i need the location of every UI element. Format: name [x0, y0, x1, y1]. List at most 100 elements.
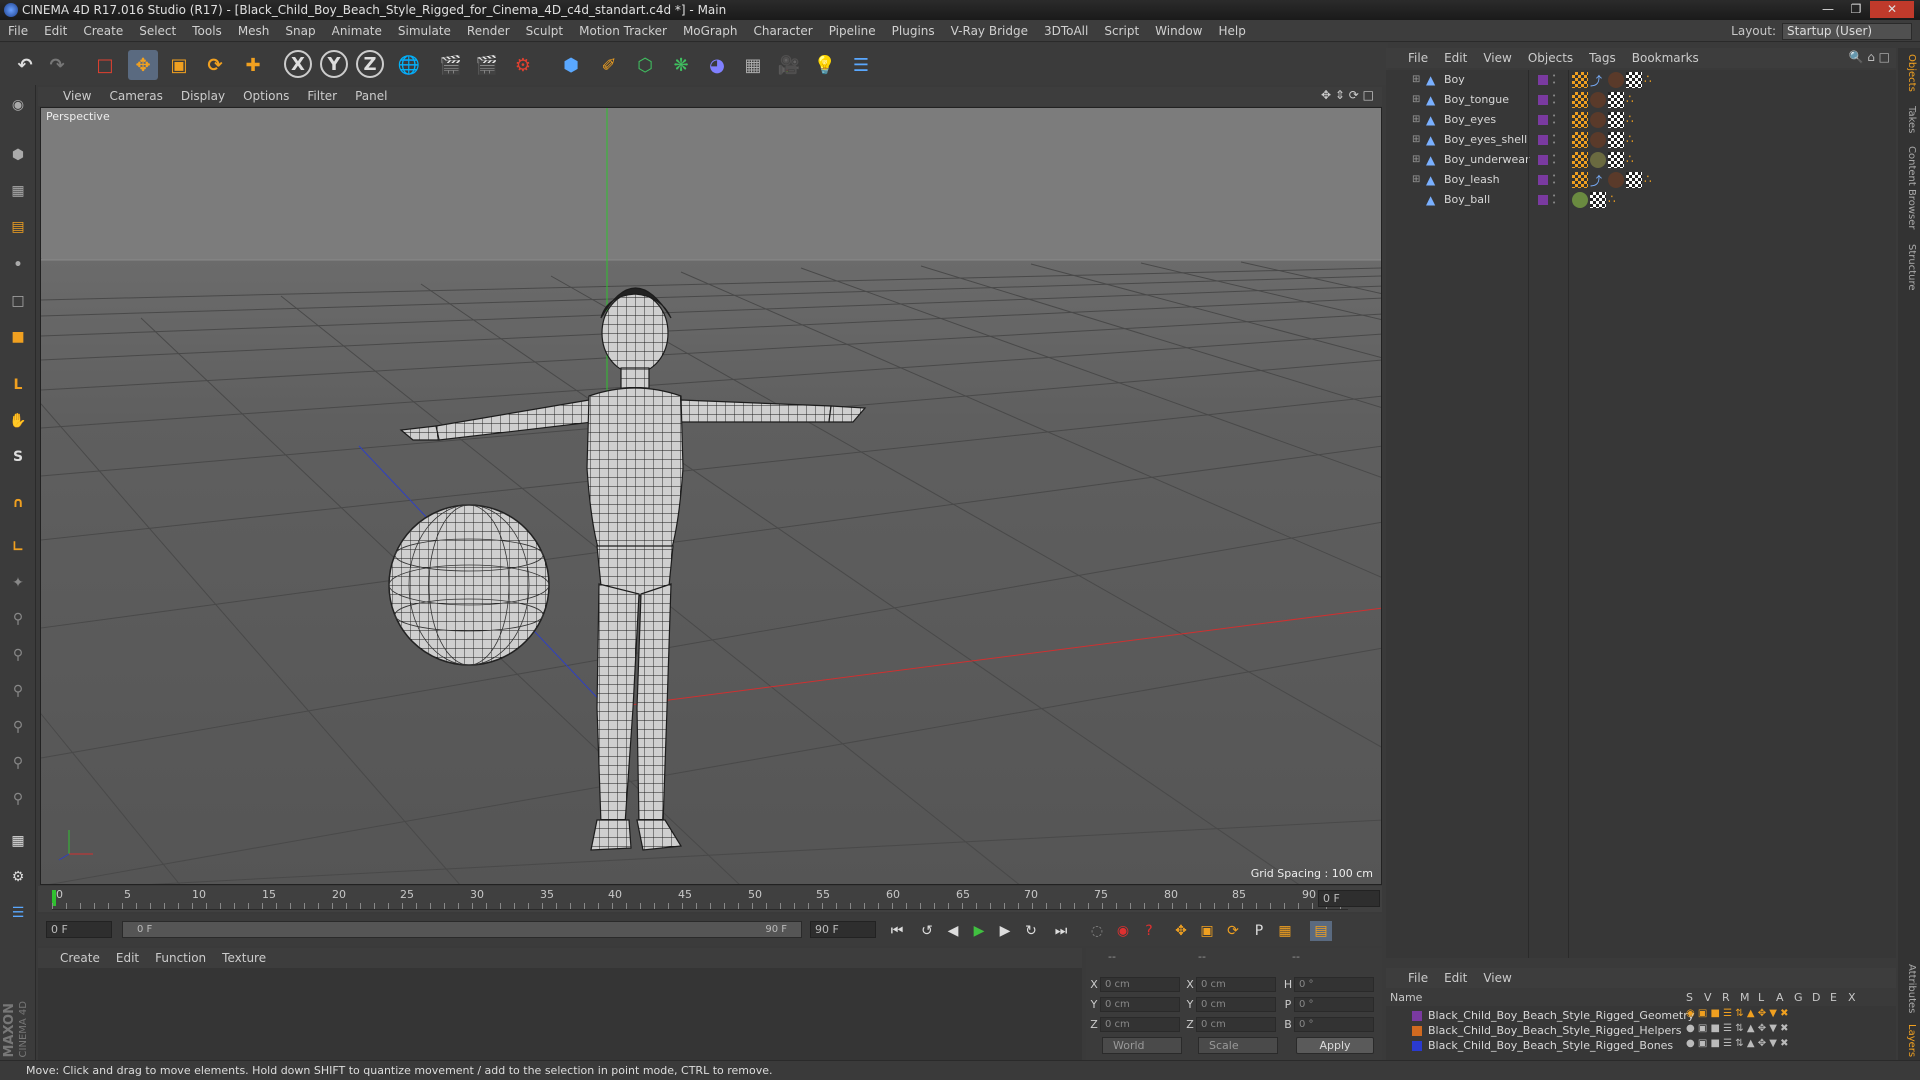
joint-tool-icon[interactable]: ✦	[4, 569, 32, 597]
character-tool-icon[interactable]: ⚲	[4, 785, 32, 813]
texture-tag-icon[interactable]	[1572, 92, 1588, 108]
undo-icon[interactable]: ↶	[10, 50, 40, 80]
menu-sculpt[interactable]: Sculpt	[518, 20, 571, 42]
expand-icon[interactable]: ⊞	[1412, 110, 1420, 130]
size-mode-dropdown[interactable]: Scale	[1198, 1037, 1278, 1054]
texture-tag-icon[interactable]	[1572, 152, 1588, 168]
menu-script[interactable]: Script	[1096, 20, 1147, 42]
uvw-tag-icon[interactable]	[1590, 192, 1606, 208]
column-separator[interactable]	[1568, 70, 1569, 958]
object-row[interactable]: ⊞ ▲ Boy_leash • • ⤴ ∴	[1386, 170, 1896, 190]
visibility-dots-icon[interactable]: • •	[1552, 193, 1558, 207]
object-row[interactable]: ⊞ ▲ Boy_underwear • • ∴	[1386, 150, 1896, 170]
menu-pipeline[interactable]: Pipeline	[821, 20, 884, 42]
menu-file[interactable]: File	[0, 20, 36, 42]
x-axis-lock-icon[interactable]: X	[284, 50, 312, 78]
pose-morph-icon[interactable]: ⚲	[4, 749, 32, 777]
layer-toggle-icons[interactable]: ◉ ▣ ■ ☰ ⇅ ▲ ✥ ▼ ✖	[1686, 1008, 1789, 1019]
ik-chain-icon[interactable]: ⚲	[4, 605, 32, 633]
material-tag-icon[interactable]	[1608, 72, 1624, 88]
visibility-dots-icon[interactable]: • •	[1552, 73, 1558, 87]
polygons-mode-icon[interactable]: ■	[4, 323, 32, 351]
object-row[interactable]: ⊞ ▲ Boy_eyes • • ∴	[1386, 110, 1896, 130]
objects-menu-edit[interactable]: Edit	[1436, 48, 1475, 68]
viewport-menu-filter[interactable]: Filter	[298, 87, 346, 106]
key-parameter-icon[interactable]: P	[1248, 921, 1270, 941]
previous-keyframe-icon[interactable]: ↺	[916, 921, 938, 941]
magnet-icon[interactable]: ∩	[4, 489, 32, 517]
start-frame-field[interactable]: 0 F	[46, 921, 112, 938]
visibility-dots-icon[interactable]: • •	[1552, 133, 1558, 147]
go-to-start-icon[interactable]: ⏮	[886, 921, 908, 941]
viewport-menu-options[interactable]: Options	[234, 87, 298, 106]
viewport-menu-panel[interactable]: Panel	[346, 87, 396, 106]
expand-icon[interactable]: ⊞	[1412, 90, 1420, 110]
objects-menu-objects[interactable]: Objects	[1520, 48, 1581, 68]
menu-select[interactable]: Select	[131, 20, 184, 42]
position-z-field[interactable]: 0 cm	[1100, 1017, 1180, 1032]
menu-3dtoall[interactable]: 3DToAll	[1036, 20, 1096, 42]
render-view-icon[interactable]: 🎬	[436, 50, 466, 80]
previous-frame-icon[interactable]: ◀	[942, 921, 964, 941]
material-menu-texture[interactable]: Texture	[214, 948, 274, 968]
next-keyframe-icon[interactable]: ↻	[1020, 921, 1042, 941]
viewport-menu-display[interactable]: Display	[172, 87, 234, 106]
material-manager-area[interactable]	[38, 968, 1082, 1060]
record-keys-off-icon[interactable]: ◌	[1086, 921, 1108, 941]
viewport-menu-cameras[interactable]: Cameras	[100, 87, 171, 106]
menu-vray-bridge[interactable]: V-Ray Bridge	[943, 20, 1036, 42]
column-separator[interactable]	[1528, 70, 1529, 958]
menu-animate[interactable]: Animate	[324, 20, 390, 42]
layer-toggle-icons[interactable]: ● ▣ ■ ☰ ⇅ ▲ ✥ ▼ ✖	[1686, 1023, 1789, 1034]
bind-tool-icon[interactable]: ⚲	[4, 641, 32, 669]
render-picture-viewer-icon[interactable]: 🎬	[472, 50, 502, 80]
paint-weights-icon[interactable]: ⚲	[4, 677, 32, 705]
menu-help[interactable]: Help	[1210, 20, 1253, 42]
layer-color-swatch[interactable]	[1412, 1026, 1422, 1036]
selection-tag-icon[interactable]: ∴	[1626, 112, 1642, 128]
world-coordinates-icon[interactable]: 🌐	[394, 50, 424, 80]
rotation-p-field[interactable]: 0 °	[1294, 997, 1374, 1012]
object-row[interactable]: ⊞ ▲ Boy • • ⤴ ∴	[1386, 70, 1896, 90]
weight-tool-icon[interactable]: ⚲	[4, 713, 32, 741]
dynamics-icon[interactable]: ⚙	[4, 863, 32, 891]
z-axis-lock-icon[interactable]: Z	[356, 50, 384, 78]
layer-row[interactable]: Black_Child_Boy_Beach_Style_Rigged_Bones…	[1386, 1038, 1896, 1053]
expand-icon[interactable]: ⊞	[1412, 150, 1420, 170]
viewport-menu-view[interactable]: View	[54, 87, 100, 106]
workplane-mode-icon[interactable]: ▤	[4, 213, 32, 241]
layer-color-swatch[interactable]	[1412, 1041, 1422, 1051]
texture-tag-icon[interactable]	[1572, 132, 1588, 148]
object-row[interactable]: ⊞ ▲ Boy_tongue • • ∴	[1386, 90, 1896, 110]
timeline-ruler[interactable]: 0 5 10 15 20 25 30 35 40 45 50 55 60 65 …	[38, 886, 1382, 912]
material-tag-icon[interactable]	[1590, 132, 1606, 148]
model-mode-icon[interactable]: ⬢	[4, 141, 32, 169]
add-tool-icon[interactable]: ✚	[238, 50, 268, 80]
material-menu-function[interactable]: Function	[147, 948, 214, 968]
selection-tag-icon[interactable]: ∴	[1608, 192, 1624, 208]
menu-window[interactable]: Window	[1147, 20, 1210, 42]
menu-mesh[interactable]: Mesh	[230, 20, 278, 42]
position-y-field[interactable]: 0 cm	[1100, 997, 1180, 1012]
apply-button[interactable]: Apply	[1296, 1037, 1374, 1054]
position-x-field[interactable]: 0 cm	[1100, 977, 1180, 992]
object-row[interactable]: ▲ Boy_ball • • ∴	[1386, 190, 1896, 210]
tab-takes[interactable]: Takes	[1901, 106, 1917, 133]
layer-color-swatch[interactable]	[1412, 1011, 1422, 1021]
material-menu-create[interactable]: Create	[52, 948, 108, 968]
perspective-viewport[interactable]: Perspective Grid Spacing : 100 cm	[40, 107, 1382, 885]
move-tool-icon[interactable]: ✥	[128, 50, 158, 80]
selection-tag-icon[interactable]: ∴	[1626, 132, 1642, 148]
layout-dropdown[interactable]: Startup (User)	[1782, 22, 1912, 40]
workplane-icon[interactable]: ∟	[4, 533, 32, 561]
texture-tag-icon[interactable]	[1572, 72, 1588, 88]
rotate-tool-icon[interactable]: ⟳	[200, 50, 230, 80]
size-z-field[interactable]: 0 cm	[1196, 1017, 1276, 1032]
material-menu-edit[interactable]: Edit	[108, 948, 147, 968]
go-to-end-icon[interactable]: ⏭	[1050, 921, 1072, 941]
tab-structure[interactable]: Structure	[1901, 244, 1917, 291]
layer-row[interactable]: Black_Child_Boy_Beach_Style_Rigged_Helpe…	[1386, 1023, 1896, 1038]
menu-motion-tracker[interactable]: Motion Tracker	[571, 20, 675, 42]
size-x-field[interactable]: 0 cm	[1196, 977, 1276, 992]
texture-tag-icon[interactable]	[1572, 172, 1588, 188]
